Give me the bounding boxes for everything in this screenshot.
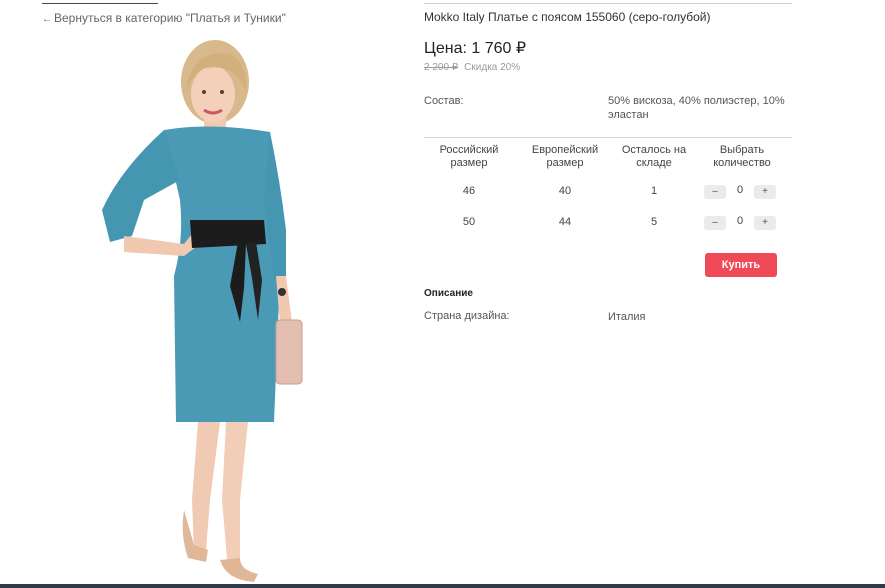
back-link-label: Вернуться в категорию "Платья и Туники" <box>54 11 286 25</box>
header-ru-size: Российский размер <box>439 144 499 169</box>
description-heading: Описание <box>424 288 473 299</box>
clutch <box>275 319 303 385</box>
row1-quantity-value: 0 <box>736 184 744 196</box>
bracelet <box>278 288 286 296</box>
leg-left <box>192 422 220 550</box>
discount-badge: Скидка 20% <box>464 62 521 73</box>
product-title: Mokko Italy Платье с поясом 155060 (серо… <box>424 10 711 24</box>
header-quantity: Выбрать количество <box>713 144 771 169</box>
header-eu-size: Европейский размер <box>531 144 599 169</box>
row1-eu-size: 40 <box>558 185 572 197</box>
row1-quantity-stepper: – 0 + <box>704 184 780 201</box>
row2-stock: 5 <box>650 216 658 228</box>
old-price: 2 200 ₽ <box>424 62 459 73</box>
header-stock: Осталось на складе <box>621 144 687 169</box>
row2-ru-size: 50 <box>462 216 476 228</box>
old-price-row: 2 200 ₽ Скидка 20% <box>424 62 520 73</box>
arm-right <box>276 276 292 324</box>
product-photo <box>102 40 303 582</box>
design-country-label: Страна дизайна: <box>424 310 510 322</box>
row2-plus-button[interactable]: + <box>754 216 776 230</box>
eye-right <box>220 90 224 94</box>
sleeve-left <box>102 130 180 242</box>
shoe-right <box>220 558 258 582</box>
dress <box>164 126 280 422</box>
row1-stock: 1 <box>650 185 658 197</box>
row2-minus-button[interactable]: – <box>704 216 726 230</box>
design-country-value: Италия <box>608 311 646 323</box>
row1-ru-size: 46 <box>462 185 476 197</box>
composition-value: 50% вискоза, 40% полиэстер, 10% эластан <box>608 95 785 121</box>
leg-right <box>222 422 248 570</box>
sizes-table-divider <box>424 137 792 138</box>
row1-minus-button[interactable]: – <box>704 185 726 199</box>
back-to-category-link[interactable]: ← Вернуться в категорию "Платья и Туники" <box>42 11 286 25</box>
top-divider-right <box>424 3 792 4</box>
row2-quantity-value: 0 <box>736 215 744 227</box>
buy-button[interactable]: Купить <box>705 253 777 277</box>
row1-plus-button[interactable]: + <box>754 185 776 199</box>
back-arrow-icon: ← <box>42 14 52 25</box>
composition-label: Состав: <box>424 95 464 107</box>
row2-quantity-stepper: – 0 + <box>704 215 780 232</box>
product-price: Цена: 1 760 ₽ <box>424 40 527 57</box>
top-divider-left <box>42 3 158 4</box>
bottom-bar <box>0 584 885 588</box>
eye-left <box>202 90 206 94</box>
row2-eu-size: 44 <box>558 216 572 228</box>
